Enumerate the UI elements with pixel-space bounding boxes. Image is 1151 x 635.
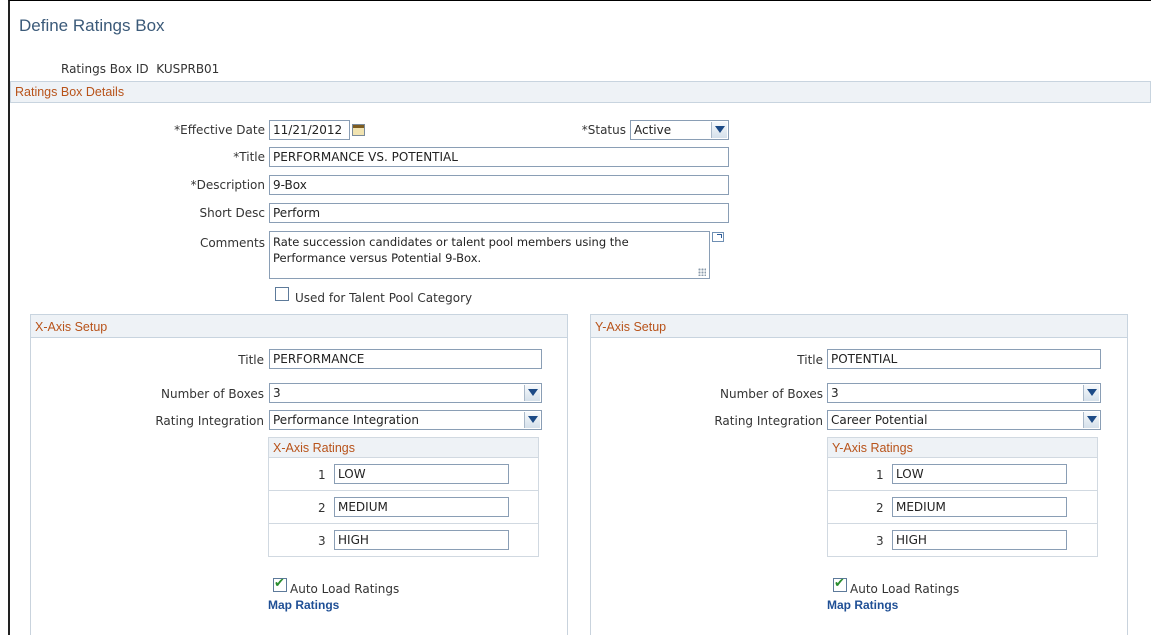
expand-icon[interactable] [712, 232, 724, 242]
comments-label: Comments [199, 236, 265, 250]
short-desc-input[interactable]: Perform [269, 203, 729, 223]
status-label: *Status [581, 123, 626, 137]
y-axis-rating-integration-label: Rating Integration [714, 414, 823, 428]
comments-line-2: Performance versus Potential 9-Box. [273, 251, 482, 265]
x-axis-number-of-boxes-select[interactable]: 3 [269, 383, 542, 403]
y-axis-title-input[interactable]: POTENTIAL [827, 349, 1101, 369]
y-axis-map-ratings-link[interactable]: Map Ratings [827, 598, 898, 612]
x-axis-setup-heading: X-Axis Setup [30, 314, 568, 338]
rating-number: 2 [876, 501, 884, 515]
rating-number: 3 [876, 534, 884, 548]
talent-pool-label: Used for Talent Pool Category [295, 291, 473, 305]
x-axis-number-of-boxes-value: 3 [273, 386, 281, 400]
description-label: *Description [190, 178, 265, 192]
x-axis-auto-load-checkbox[interactable] [273, 576, 287, 592]
page-title: Define Ratings Box [19, 16, 165, 35]
chevron-down-icon[interactable] [524, 385, 540, 401]
rating-number: 1 [318, 468, 326, 482]
chevron-down-icon[interactable] [1083, 412, 1099, 428]
x-axis-rating-integration-value: Performance Integration [273, 413, 419, 427]
x-axis-map-ratings-link[interactable]: Map Ratings [268, 598, 339, 612]
table-row: 3 HIGH [828, 524, 1097, 557]
table-row: 2 MEDIUM [269, 491, 538, 524]
resize-grip-icon[interactable] [698, 268, 706, 276]
y-axis-number-of-boxes-label: Number of Boxes [720, 387, 823, 401]
table-row: 3 HIGH [269, 524, 538, 557]
ratings-box-details-heading: Ratings Box Details [10, 81, 1151, 103]
y-axis-rating-integration-select[interactable]: Career Potential [827, 410, 1101, 430]
rating-input[interactable]: HIGH [334, 530, 509, 550]
x-axis-number-of-boxes-label: Number of Boxes [161, 387, 264, 401]
rating-input[interactable]: LOW [892, 464, 1067, 484]
ratings-box-id-label: Ratings Box ID [61, 62, 149, 76]
effective-date-input[interactable]: 11/21/2012 [269, 120, 350, 140]
chevron-down-icon[interactable] [524, 412, 540, 428]
ratings-box-id: Ratings Box ID KUSPRB01 [61, 62, 219, 76]
chevron-down-icon[interactable] [1083, 385, 1099, 401]
y-axis-rating-integration-value: Career Potential [831, 413, 928, 427]
chevron-down-icon[interactable] [711, 122, 727, 138]
table-row: 1 LOW [828, 458, 1097, 491]
table-row: 1 LOW [269, 458, 538, 491]
x-axis-rating-integration-label: Rating Integration [155, 414, 264, 428]
table-row: 2 MEDIUM [828, 491, 1097, 524]
rating-number: 3 [318, 534, 326, 548]
rating-number: 2 [318, 501, 326, 515]
rating-input[interactable]: LOW [334, 464, 509, 484]
y-axis-ratings-heading: Y-Axis Ratings [828, 438, 1097, 458]
calendar-icon[interactable] [352, 124, 365, 136]
effective-date-label: *Effective Date [174, 123, 265, 137]
y-axis-number-of-boxes-value: 3 [831, 386, 839, 400]
x-axis-auto-load-label: Auto Load Ratings [290, 582, 400, 596]
x-axis-ratings-heading: X-Axis Ratings [269, 438, 538, 458]
y-axis-setup-heading: Y-Axis Setup [590, 314, 1128, 338]
y-axis-ratings-grid: Y-Axis Ratings 1 LOW 2 MEDIUM 3 HIGH [827, 437, 1098, 557]
x-axis-title-input[interactable]: PERFORMANCE [269, 349, 542, 369]
title-input[interactable]: PERFORMANCE VS. POTENTIAL [269, 147, 729, 167]
y-axis-number-of-boxes-select[interactable]: 3 [827, 383, 1101, 403]
status-select[interactable]: Active [630, 120, 729, 140]
rating-input[interactable]: MEDIUM [334, 497, 509, 517]
rating-number: 1 [876, 468, 884, 482]
comments-textarea[interactable]: Rate succession candidates or talent poo… [269, 231, 710, 279]
talent-pool-checkbox[interactable] [275, 287, 289, 301]
title-label: *Title [233, 150, 265, 164]
y-axis-title-label: Title [797, 353, 823, 367]
rating-input[interactable]: MEDIUM [892, 497, 1067, 517]
description-input[interactable]: 9-Box [269, 175, 729, 195]
y-axis-auto-load-label: Auto Load Ratings [850, 582, 960, 596]
status-value: Active [634, 123, 672, 137]
short-desc-label: Short Desc [199, 206, 266, 220]
y-axis-auto-load-checkbox[interactable] [833, 576, 847, 592]
x-axis-ratings-grid: X-Axis Ratings 1 LOW 2 MEDIUM 3 HIGH [268, 437, 539, 557]
x-axis-title-label: Title [238, 353, 264, 367]
ratings-box-id-value: KUSPRB01 [156, 62, 220, 76]
x-axis-rating-integration-select[interactable]: Performance Integration [269, 410, 542, 430]
comments-line-1: Rate succession candidates or talent poo… [273, 235, 629, 249]
rating-input[interactable]: HIGH [892, 530, 1067, 550]
